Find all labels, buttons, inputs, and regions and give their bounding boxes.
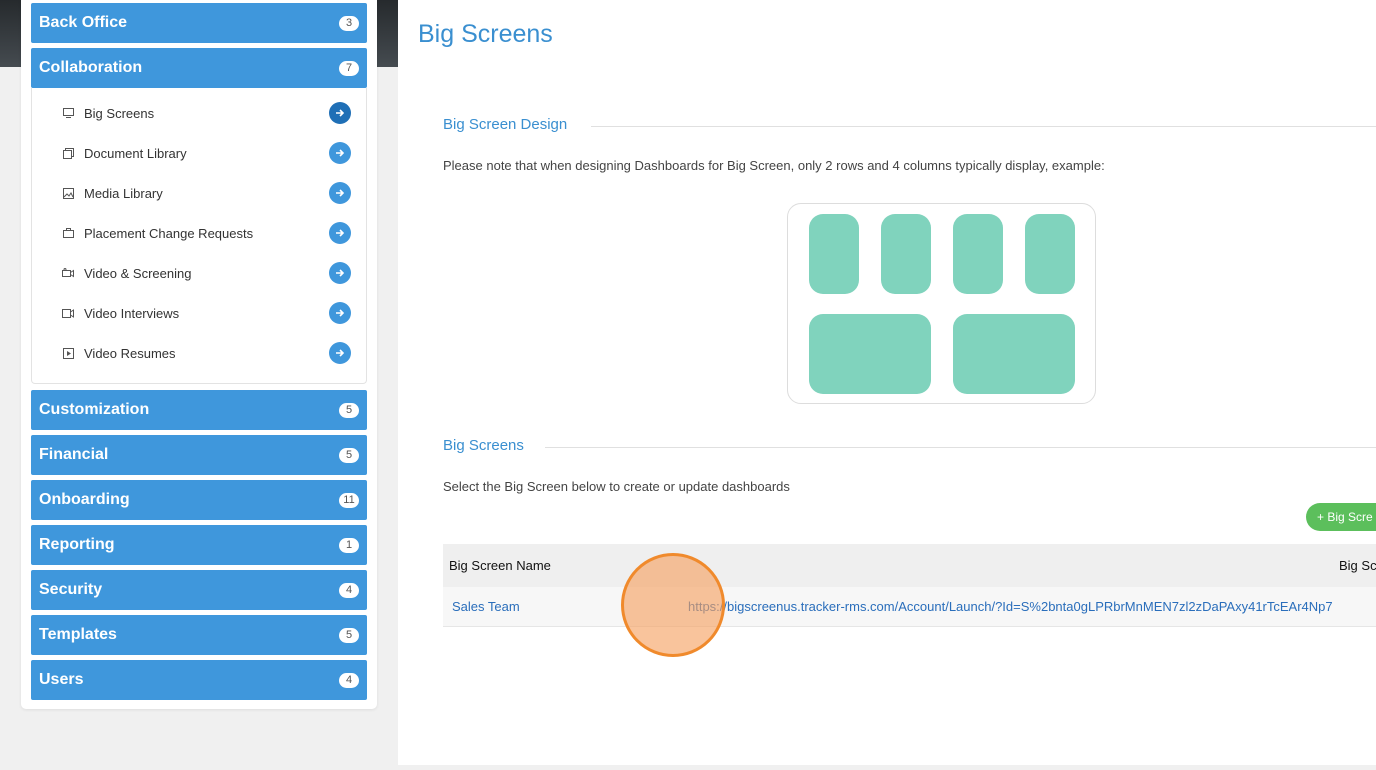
layout-tile bbox=[809, 214, 859, 294]
sidebar-item-label: Video & Screening bbox=[84, 265, 192, 281]
arrow-right-icon[interactable] bbox=[329, 182, 351, 204]
category-collaboration[interactable]: Collaboration 7 bbox=[31, 48, 367, 88]
arrow-right-icon[interactable] bbox=[329, 342, 351, 364]
category-label: Onboarding bbox=[39, 491, 130, 508]
monitor-icon bbox=[62, 107, 74, 119]
count-badge: 3 bbox=[339, 15, 359, 31]
count-badge: 5 bbox=[339, 402, 359, 418]
collaboration-submenu: Big Screens Document Library Media Libra… bbox=[31, 88, 367, 384]
category-label: Customization bbox=[39, 401, 150, 418]
dashboard-layout-example bbox=[787, 203, 1096, 404]
arrow-right-icon[interactable] bbox=[329, 262, 351, 284]
count-badge: 4 bbox=[339, 672, 359, 688]
video-icon bbox=[62, 307, 74, 319]
category-users[interactable]: Users 4 bbox=[31, 660, 367, 700]
count-badge: 4 bbox=[339, 582, 359, 598]
layout-tile bbox=[881, 214, 931, 294]
click-indicator bbox=[621, 553, 725, 657]
sidebar-item-big-screens[interactable]: Big Screens bbox=[33, 93, 366, 133]
category-templates[interactable]: Templates 5 bbox=[31, 615, 367, 655]
table-header: Big Screen Name Big Sc bbox=[443, 544, 1376, 587]
section-title-screens: Big Screens bbox=[443, 437, 524, 454]
sidebar-item-label: Placement Change Requests bbox=[84, 225, 254, 241]
sidebar-item-video-screening[interactable]: Video & Screening bbox=[33, 253, 366, 293]
category-label: Templates bbox=[39, 626, 117, 643]
add-big-screen-button[interactable]: + Big Scre bbox=[1306, 503, 1376, 531]
arrow-right-icon[interactable] bbox=[329, 142, 351, 164]
section-title-design: Big Screen Design bbox=[443, 116, 568, 133]
layout-tile-wide bbox=[809, 314, 931, 394]
category-reporting[interactable]: Reporting 1 bbox=[31, 525, 367, 565]
design-note: Please note that when designing Dashboar… bbox=[443, 158, 1105, 173]
category-label: Financial bbox=[39, 446, 109, 463]
sidebar-item-label: Big Screens bbox=[84, 105, 155, 121]
sidebar-item-placement-change-requests[interactable]: Placement Change Requests bbox=[33, 213, 366, 253]
category-label: Back Office bbox=[39, 14, 128, 31]
count-badge: 5 bbox=[339, 447, 359, 463]
layout-tile bbox=[953, 214, 1003, 294]
count-badge: 5 bbox=[339, 627, 359, 643]
play-icon bbox=[62, 347, 74, 359]
section-divider bbox=[545, 447, 1376, 448]
page-title: Big Screens bbox=[418, 20, 553, 48]
sidebar-item-label: Document Library bbox=[84, 145, 187, 161]
sidebar-item-label: Video Resumes bbox=[84, 345, 176, 361]
count-badge: 7 bbox=[339, 60, 359, 76]
category-customization[interactable]: Customization 5 bbox=[31, 390, 367, 430]
layout-tile bbox=[1025, 214, 1075, 294]
arrow-right-icon[interactable] bbox=[329, 102, 351, 124]
sidebar-item-video-resumes[interactable]: Video Resumes bbox=[33, 333, 366, 373]
column-header-name[interactable]: Big Screen Name bbox=[449, 558, 551, 573]
sidebar-item-media-library[interactable]: Media Library bbox=[33, 173, 366, 213]
documents-icon bbox=[62, 147, 74, 159]
big-screen-url-link[interactable]: https://bigscreenus.tracker-rms.com/Acco… bbox=[688, 599, 1333, 614]
column-header-url[interactable]: Big Sc bbox=[1339, 558, 1376, 573]
arrow-right-icon[interactable] bbox=[329, 222, 351, 244]
category-label: Collaboration bbox=[39, 59, 143, 76]
category-security[interactable]: Security 4 bbox=[31, 570, 367, 610]
briefcase-icon bbox=[62, 227, 74, 239]
arrow-right-icon[interactable] bbox=[329, 302, 351, 324]
category-label: Reporting bbox=[39, 536, 115, 553]
count-badge: 11 bbox=[339, 492, 359, 508]
table-row[interactable]: Sales Team https://bigscreenus.tracker-r… bbox=[443, 587, 1376, 627]
sidebar-item-label: Video Interviews bbox=[84, 305, 180, 321]
sidebar-item-label: Media Library bbox=[84, 185, 163, 201]
big-screen-name-link[interactable]: Sales Team bbox=[452, 599, 520, 614]
layout-tile-wide bbox=[953, 314, 1075, 394]
sidebar-item-document-library[interactable]: Document Library bbox=[33, 133, 366, 173]
count-badge: 1 bbox=[339, 537, 359, 553]
screens-note: Select the Big Screen below to create or… bbox=[443, 479, 790, 494]
category-label: Users bbox=[39, 671, 84, 688]
video-camera-icon bbox=[62, 267, 74, 279]
image-icon bbox=[62, 187, 74, 199]
category-financial[interactable]: Financial 5 bbox=[31, 435, 367, 475]
section-divider bbox=[591, 126, 1376, 127]
category-onboarding[interactable]: Onboarding 11 bbox=[31, 480, 367, 520]
category-label: Security bbox=[39, 581, 103, 598]
sidebar-item-video-interviews[interactable]: Video Interviews bbox=[33, 293, 366, 333]
category-back-office[interactable]: Back Office 3 bbox=[31, 3, 367, 43]
